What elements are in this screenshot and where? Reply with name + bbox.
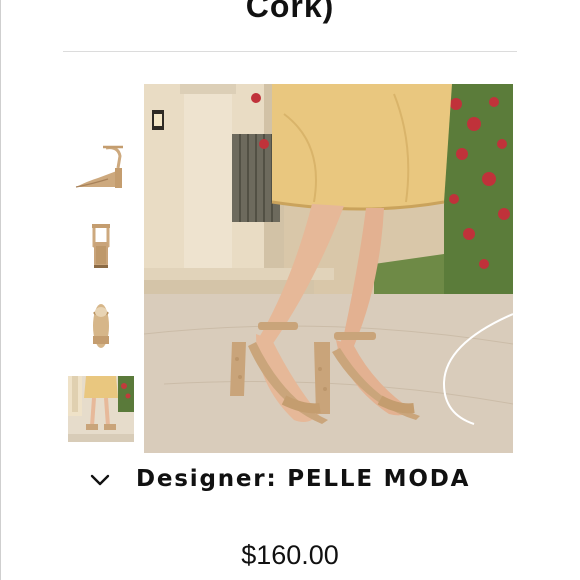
sandal-back-image	[68, 212, 134, 278]
model-wearing-sandals-image	[144, 84, 513, 453]
sandal-top-image	[68, 296, 134, 362]
thumbnail-side-view[interactable]	[68, 134, 134, 200]
model-thumbnail-image	[68, 376, 134, 442]
designer-label: Designer: PELLE MODA	[136, 466, 471, 492]
title-divider	[63, 51, 517, 52]
thumbnail-on-model-view[interactable]	[68, 376, 134, 442]
main-product-photo[interactable]	[144, 84, 513, 453]
chevron-down-icon	[90, 474, 110, 486]
product-title: Cork)	[245, 0, 335, 24]
frame-edge	[0, 0, 1, 580]
product-price: $160.00	[241, 540, 339, 570]
thumbnail-back-view[interactable]	[68, 212, 134, 278]
sandal-side-image	[68, 134, 134, 200]
designer-accordion[interactable]: Designer: PELLE MODA	[88, 462, 470, 496]
thumbnail-top-view[interactable]	[68, 296, 134, 362]
